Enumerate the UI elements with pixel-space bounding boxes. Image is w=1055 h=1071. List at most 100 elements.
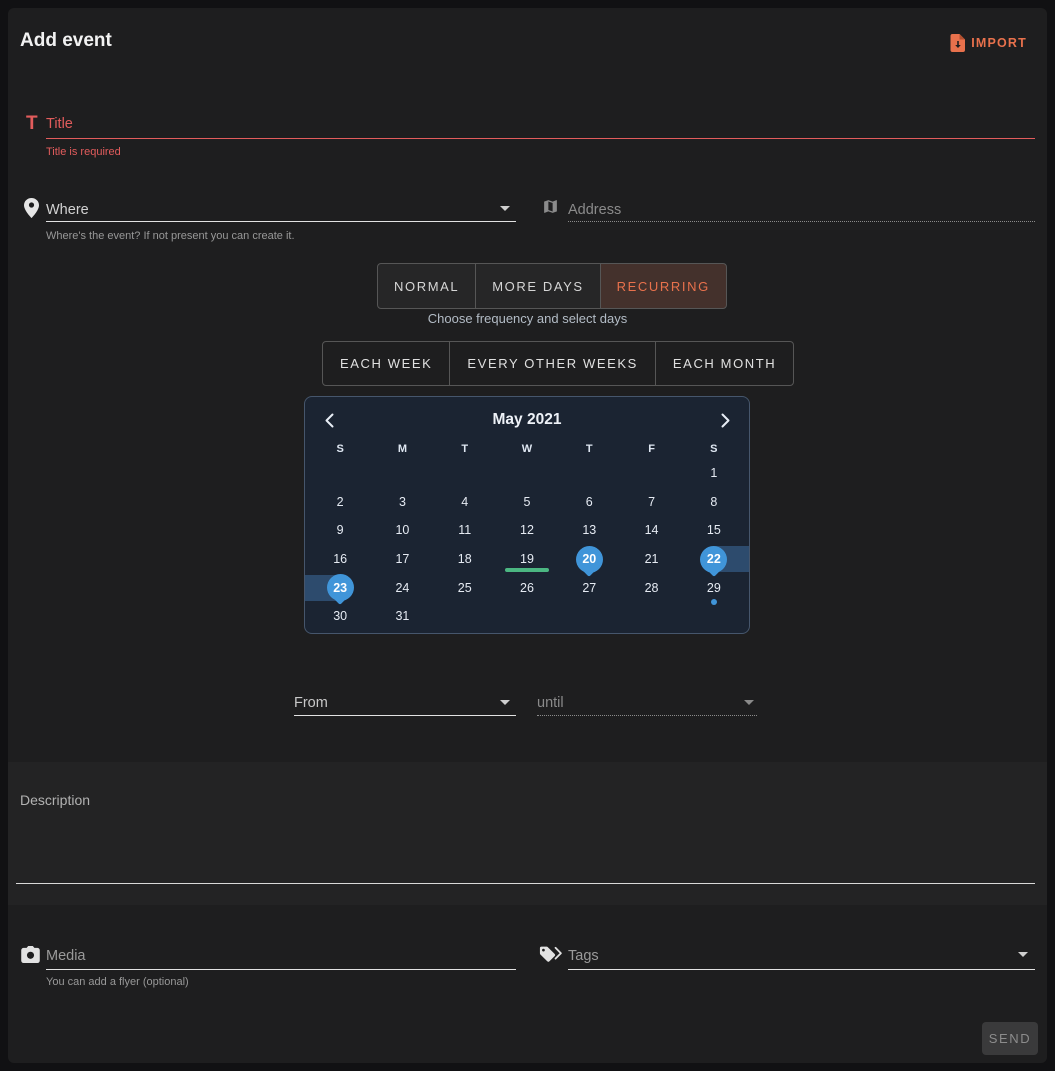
day-number: 31 <box>395 609 409 623</box>
selected-day-marker: 22 <box>700 546 727 573</box>
calendar-day[interactable]: 3 <box>371 488 433 517</box>
day-green-underline <box>505 568 549 572</box>
address-underline <box>568 221 1035 222</box>
where-dropdown-caret[interactable] <box>500 206 510 211</box>
add-event-dialog: Add event IMPORT T Title Title is requir… <box>8 8 1047 1063</box>
calendar-day[interactable]: 16 <box>309 545 371 574</box>
tags-select[interactable]: Tags <box>568 948 599 964</box>
calendar-day[interactable]: 9 <box>309 516 371 545</box>
where-helper-text: Where's the event? If not present you ca… <box>46 230 295 242</box>
calendar-day[interactable]: 26 <box>496 573 558 602</box>
calendar-day[interactable]: 7 <box>620 488 682 517</box>
calendar-day[interactable]: 11 <box>434 516 496 545</box>
calendar-day[interactable]: 5 <box>496 488 558 517</box>
calendar-day-empty <box>434 602 496 631</box>
tab-more-days[interactable]: MORE DAYS <box>475 264 599 308</box>
description-input[interactable]: Description <box>20 792 90 808</box>
calendar-day-empty <box>620 602 682 631</box>
calendar-day[interactable]: 4 <box>434 488 496 517</box>
frequency-each-week[interactable]: EACH WEEK <box>323 342 449 385</box>
day-number: 18 <box>458 552 472 566</box>
calendar-day[interactable]: 22 <box>683 545 745 574</box>
calendar-day[interactable]: 19 <box>496 545 558 574</box>
day-number: 19 <box>520 552 534 566</box>
calendar-weekday-label: W <box>496 439 558 459</box>
calendar-day[interactable]: 30 <box>309 602 371 631</box>
day-number: 30 <box>333 609 347 623</box>
day-number: 3 <box>399 495 406 509</box>
calendar-day[interactable]: 21 <box>620 545 682 574</box>
day-number: 28 <box>645 581 659 595</box>
calendar-weekday-label: T <box>558 439 620 459</box>
calendar-day[interactable]: 6 <box>558 488 620 517</box>
description-section: Description <box>8 762 1047 905</box>
day-number: 13 <box>582 523 596 537</box>
calendar-day[interactable]: 2 <box>309 488 371 517</box>
day-number: 5 <box>524 495 531 509</box>
calendar-day[interactable]: 29 <box>683 573 745 602</box>
where-underline <box>46 221 516 222</box>
calendar-day[interactable]: 18 <box>434 545 496 574</box>
until-underline <box>537 715 757 716</box>
day-number: 4 <box>461 495 468 509</box>
tags-dropdown-caret[interactable] <box>1018 952 1028 957</box>
day-number: 10 <box>395 523 409 537</box>
title-error-message: Title is required <box>46 146 121 158</box>
day-number: 26 <box>520 581 534 595</box>
calendar-day[interactable]: 23 <box>309 573 371 602</box>
calendar-day[interactable]: 10 <box>371 516 433 545</box>
from-time-select[interactable]: From <box>294 695 328 711</box>
chevron-left-icon <box>325 413 334 428</box>
calendar-day[interactable]: 14 <box>620 516 682 545</box>
next-month-button[interactable] <box>711 406 739 434</box>
calendar-day[interactable]: 31 <box>371 602 433 631</box>
event-type-tabs: NORMAL MORE DAYS RECURRING <box>377 263 727 309</box>
calendar-day[interactable]: 12 <box>496 516 558 545</box>
title-input[interactable]: Title <box>46 116 73 132</box>
calendar-day-empty <box>371 459 433 488</box>
media-input[interactable]: Media <box>46 948 86 964</box>
tab-normal[interactable]: NORMAL <box>378 264 475 308</box>
calendar-day-empty <box>309 459 371 488</box>
day-number: 17 <box>395 552 409 566</box>
previous-month-button[interactable] <box>315 406 343 434</box>
calendar-day[interactable]: 8 <box>683 488 745 517</box>
day-number: 12 <box>520 523 534 537</box>
selected-day-marker: 23 <box>327 574 354 601</box>
until-time-select[interactable]: until <box>537 695 564 711</box>
chevron-right-icon <box>721 413 730 428</box>
media-helper-text: You can add a flyer (optional) <box>46 976 189 988</box>
map-icon <box>542 198 559 220</box>
calendar-day[interactable]: 20 <box>558 545 620 574</box>
calendar-day-empty <box>558 602 620 631</box>
calendar-day[interactable]: 17 <box>371 545 433 574</box>
calendar-day[interactable]: 25 <box>434 573 496 602</box>
calendar-day[interactable]: 28 <box>620 573 682 602</box>
from-dropdown-caret[interactable] <box>500 700 510 705</box>
day-number: 1 <box>710 466 717 480</box>
calendar-day[interactable]: 13 <box>558 516 620 545</box>
day-number: 2 <box>337 495 344 509</box>
tab-recurring[interactable]: RECURRING <box>600 264 726 308</box>
calendar-day-empty <box>434 459 496 488</box>
tags-underline <box>568 969 1035 970</box>
selected-day-marker: 20 <box>576 546 603 573</box>
import-button[interactable]: IMPORT <box>944 30 1033 56</box>
where-select[interactable]: Where <box>46 202 89 218</box>
day-number: 25 <box>458 581 472 595</box>
calendar-day-empty <box>558 459 620 488</box>
frequency-options: EACH WEEK EVERY OTHER WEEKS EACH MONTH <box>322 341 794 386</box>
day-number: 29 <box>707 581 721 595</box>
address-input[interactable]: Address <box>568 202 621 218</box>
calendar-day[interactable]: 1 <box>683 459 745 488</box>
calendar-day[interactable]: 24 <box>371 573 433 602</box>
frequency-each-month[interactable]: EACH MONTH <box>655 342 793 385</box>
send-button[interactable]: SEND <box>982 1022 1038 1055</box>
location-pin-icon <box>24 198 39 223</box>
page-title: Add event <box>20 30 112 52</box>
calendar-day[interactable]: 27 <box>558 573 620 602</box>
calendar-day[interactable]: 15 <box>683 516 745 545</box>
calendar-day-empty <box>496 459 558 488</box>
frequency-every-other-weeks[interactable]: EVERY OTHER WEEKS <box>449 342 654 385</box>
day-number: 11 <box>458 523 471 537</box>
